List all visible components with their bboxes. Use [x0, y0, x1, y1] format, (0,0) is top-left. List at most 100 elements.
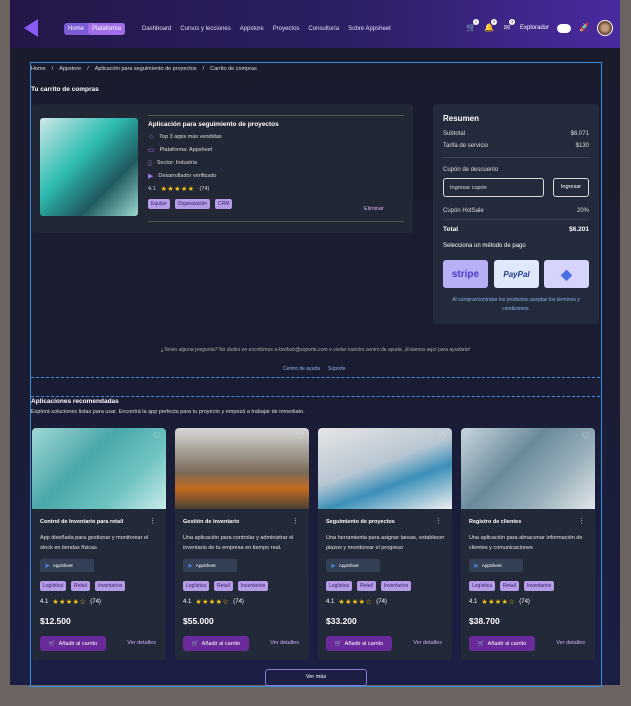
app-card-desc: Una aplicación para almacenar informació… [469, 535, 583, 551]
nav-platform[interactable]: Plataforma [88, 23, 126, 35]
nav-home[interactable]: Home [64, 23, 88, 35]
support-link[interactable]: Soporte [328, 366, 346, 372]
star-rating-icon: ★★★★★ [160, 186, 195, 193]
tag[interactable]: Logística [183, 581, 210, 591]
tag[interactable]: Inventarios [94, 581, 126, 591]
tag[interactable]: Organización [174, 199, 211, 209]
explorer-label: Explorador [520, 25, 550, 31]
paypal-button[interactable]: PayPal [494, 260, 539, 288]
order-summary: Resumen Subtotal $6.071 Tarifa de servici… [433, 104, 599, 324]
kebab-menu-icon[interactable]: ⋮ [578, 517, 585, 525]
kebab-menu-icon[interactable]: ⋮ [149, 517, 156, 525]
kebab-menu-icon[interactable]: ⋮ [435, 517, 442, 525]
app-card[interactable]: ♡ Gestión de inventario ⋮ Una aplicación… [175, 428, 309, 660]
summary-title: Resumen [443, 114, 480, 123]
heart-icon[interactable]: ♡ [153, 431, 161, 442]
review-count: (74) [199, 186, 210, 192]
tag[interactable]: CRM [215, 199, 233, 209]
cart-item-sector: ▯ Sector: Industria [148, 159, 197, 167]
cart-icon: 🛒 [191, 640, 199, 647]
hotsale-value: 20% [576, 208, 589, 214]
add-to-cart-button[interactable]: 🛒 Añadir al carrito [326, 636, 392, 651]
divider [443, 157, 589, 158]
mode-toggle[interactable] [557, 23, 572, 33]
appsheet-badge: ➤ AppSheet [40, 559, 94, 572]
tag[interactable]: Retail [500, 581, 519, 591]
view-details-link[interactable]: Ver detalles [413, 640, 442, 646]
crumb-sep: / [202, 66, 205, 72]
fee-row: Tarifa de servicio $130 [443, 143, 589, 149]
tag[interactable]: Inventarios [380, 581, 412, 591]
help-center-link[interactable]: Centro de ayuda [283, 366, 320, 372]
heart-icon[interactable]: ♡ [582, 431, 590, 442]
tag[interactable]: Inventarios [523, 581, 555, 591]
document-icon: ▯ [148, 160, 152, 167]
tag[interactable]: Retail [71, 581, 90, 591]
appsheet-icon: ➤ [187, 562, 193, 570]
heart-icon[interactable]: ♡ [439, 431, 447, 442]
add-to-cart-button[interactable]: 🛒 Añadir al carrito [469, 636, 535, 651]
section-divider [31, 396, 600, 397]
bell-icon[interactable]: 🔔 2 [484, 19, 497, 33]
crumb-home[interactable]: Home [31, 66, 46, 72]
nav-link-appstore[interactable]: Appstore [240, 26, 264, 32]
breadcrumb: Home / Appstore / Aplicación para seguim… [31, 66, 257, 72]
mail-badge: 3 [509, 19, 515, 25]
nav-right: 🛒 1 🔔 2 ✉ 3 Explorador 🚀 [466, 19, 614, 36]
stripe-button[interactable]: stripe [443, 260, 488, 288]
nav-link-courses[interactable]: Cursos y lecciones [180, 26, 230, 32]
app-card[interactable]: ♡ Seguimiento de proyectos ⋮ Una herrami… [318, 428, 452, 660]
tag[interactable]: Logística [469, 581, 496, 591]
tag[interactable]: Retail [214, 581, 233, 591]
app-card-tags: Logística Retail Inventarios [40, 581, 126, 591]
add-to-cart-button[interactable]: 🛒 Añadir al carrito [183, 636, 249, 651]
rocket-icon[interactable]: 🚀 [579, 23, 589, 33]
subtotal-value: $6.071 [570, 131, 589, 137]
app-card[interactable]: ♡ Control de Inventario para retail ⋮ Ap… [32, 428, 166, 660]
coupon-apply-button[interactable]: Ingresar [553, 178, 589, 197]
tag[interactable]: Inventarios [237, 581, 269, 591]
tag[interactable]: Logística [326, 581, 353, 591]
app-card-desc: Una herramienta para asignar tareas, est… [326, 535, 445, 551]
view-details-link[interactable]: Ver detalles [127, 640, 156, 646]
home-platform-switch: Home Plataforma [64, 23, 126, 35]
tag[interactable]: Logística [40, 581, 67, 591]
rating-value: 4.1 [326, 599, 335, 605]
kebab-menu-icon[interactable]: ⋮ [292, 517, 299, 525]
app-card-name: Gestión de inventario [183, 519, 240, 525]
view-details-link[interactable]: Ver detalles [556, 640, 585, 646]
crumb-appstore[interactable]: Appstore [59, 66, 81, 72]
view-details-link[interactable]: Ver detalles [270, 640, 299, 646]
nav-link-dashboard[interactable]: Dashboard [142, 26, 171, 32]
mail-icon[interactable]: ✉ 3 [502, 19, 515, 33]
ethereum-button[interactable]: ◆ [544, 260, 589, 288]
coupon-input[interactable]: Ingresar cupón [443, 178, 544, 197]
nav-links: Dashboard Cursos y lecciones Appstore Pr… [142, 26, 391, 32]
kiwi-logo-icon[interactable] [24, 19, 38, 37]
add-label: Añadir al carrito [201, 640, 241, 647]
cart-item-tags: Equipo Organización CRM [148, 199, 233, 209]
fee-value: $130 [575, 143, 589, 149]
nav-link-consulting[interactable]: Consultoría [308, 26, 339, 32]
app-card-name: Seguimiento de proyectos [326, 519, 395, 525]
cart-icon[interactable]: 🛒 1 [466, 19, 479, 33]
cart-item-card: Aplicación para seguimiento de proyectos… [32, 104, 413, 233]
appsheet-label: AppSheet [195, 563, 216, 568]
top-label: Top 3 apps más vendidas [159, 134, 222, 140]
nav-link-about[interactable]: Sobre Appsheet [348, 26, 391, 32]
see-more-button[interactable]: Ver más [265, 669, 367, 686]
tag[interactable]: Retail [357, 581, 376, 591]
nav-link-projects[interactable]: Proyectos [273, 26, 300, 32]
appsheet-badge: ➤ AppSheet [469, 559, 523, 572]
help-text: ¿Tenés alguna pregunta? No dudes en escr… [160, 347, 471, 353]
tag[interactable]: Equipo [148, 199, 170, 209]
ethereum-icon: ◆ [561, 265, 572, 282]
cart-badge: 1 [473, 19, 479, 25]
remove-button[interactable]: Eliminar [364, 206, 384, 212]
crumb-app[interactable]: Aplicación para seguimiento de proyectos [95, 66, 197, 72]
app-card[interactable]: ♡ Registro de clientes ⋮ Una aplicación … [461, 428, 595, 660]
top-navbar: Home Plataforma Dashboard Cursos y lecci… [10, 0, 620, 48]
add-to-cart-button[interactable]: 🛒 Añadir al carrito [40, 636, 106, 651]
user-avatar[interactable] [597, 20, 614, 36]
heart-icon[interactable]: ♡ [296, 431, 304, 442]
